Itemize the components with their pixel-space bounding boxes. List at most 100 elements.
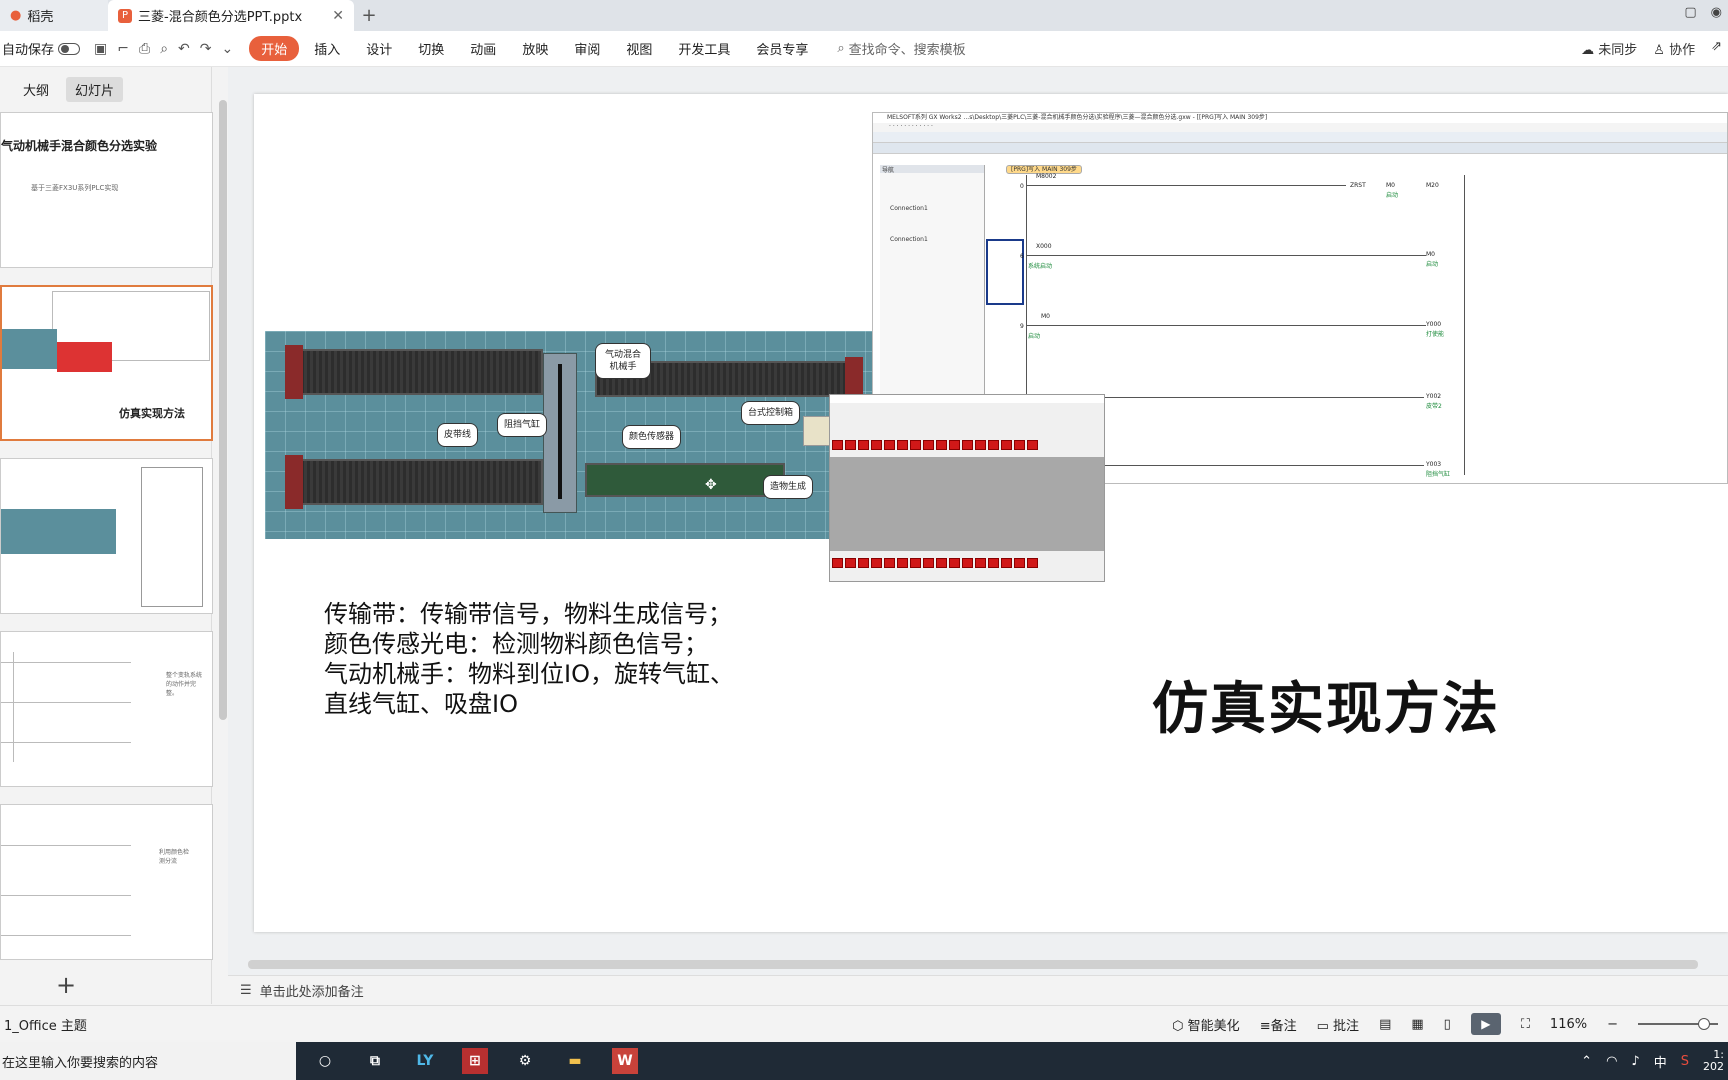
menu-start[interactable]: 开始 bbox=[249, 36, 300, 61]
menu-animation[interactable]: 动画 bbox=[457, 39, 509, 58]
autosave[interactable]: 自动保存 bbox=[2, 39, 81, 58]
desc-line-1: 传输带：传输带信号，物料生成信号； bbox=[324, 600, 732, 628]
wps-app-icon[interactable]: W bbox=[612, 1048, 638, 1074]
tab-slides[interactable]: 幻灯片 bbox=[66, 77, 124, 102]
slide-thumb-1[interactable]: 气动机械手混合颜色分选实验 基于三菱FX3U系列PLC实现 bbox=[0, 112, 213, 268]
thumb-2-title: 仿真实现方法 bbox=[119, 407, 185, 420]
tab-outline[interactable]: 大纲 bbox=[14, 77, 58, 102]
tab-document[interactable]: P 三菱-混合颜色分选PPT.pptx ✕ bbox=[108, 0, 354, 31]
windows-taskbar: 在这里输入你要搜索的内容 ○ ⧉ LY ⊞ ⚙ ▬ W ⌃ ◠ ♪ 中 S 1:… bbox=[0, 1042, 1728, 1080]
autosave-toggle[interactable] bbox=[58, 42, 81, 55]
window-count-icon[interactable]: ▢ bbox=[1684, 5, 1696, 20]
comment-icon: ▭ bbox=[1316, 1018, 1329, 1034]
share-icon[interactable]: ⇗ bbox=[1711, 39, 1722, 58]
plc-app-icon[interactable]: ⊞ bbox=[462, 1048, 488, 1074]
thumb-4-text: 整个变轨系统的动作并完整。 bbox=[166, 672, 203, 697]
comment-button[interactable]: ▭ 批注 bbox=[1317, 1015, 1359, 1034]
gx-r4-out: Y002 bbox=[1426, 393, 1442, 400]
gx-r3-contact: M0 bbox=[1041, 313, 1050, 320]
window-controls: ▢ ◉ bbox=[1684, 5, 1722, 20]
zoom-out-icon[interactable]: − bbox=[1607, 1017, 1618, 1032]
collab-button[interactable]: ♙ 协作 bbox=[1653, 39, 1695, 58]
led bbox=[923, 558, 934, 568]
slide-thumb-2[interactable]: 仿真实现方法 bbox=[0, 285, 213, 441]
network-icon[interactable]: ◠ bbox=[1606, 1054, 1617, 1069]
ime-indicator[interactable]: 中 bbox=[1654, 1052, 1667, 1071]
notes-icon: ☰ bbox=[240, 983, 252, 998]
print-icon[interactable]: ⎙ bbox=[139, 41, 150, 57]
theme-name[interactable]: 1_Office 主题 bbox=[0, 1015, 87, 1034]
volume-icon[interactable]: ♪ bbox=[1631, 1054, 1639, 1069]
tray-up-icon[interactable]: ⌃ bbox=[1581, 1054, 1592, 1069]
ly-app-icon[interactable]: LY bbox=[412, 1048, 438, 1074]
slide-thumb-4[interactable]: 整个变轨系统的动作并完整。 bbox=[0, 631, 213, 787]
led bbox=[1014, 558, 1025, 568]
menu-design[interactable]: 设计 bbox=[353, 39, 405, 58]
menu-insert[interactable]: 插入 bbox=[301, 39, 353, 58]
task-view-icon[interactable]: ⧉ bbox=[362, 1048, 388, 1074]
desc-line-2: 颜色传感光电：检测物料颜色信号； bbox=[324, 630, 708, 658]
cortana-icon[interactable]: ○ bbox=[312, 1048, 338, 1074]
thumb-3-sim bbox=[1, 509, 116, 554]
clock-date: 202 bbox=[1703, 1060, 1724, 1073]
file-explorer-icon[interactable]: ▬ bbox=[562, 1048, 588, 1074]
led bbox=[832, 558, 843, 568]
belt-bottom-right bbox=[585, 463, 785, 497]
notes-pane[interactable]: ☰ 单击此处添加备注 bbox=[228, 975, 1728, 1005]
slide-thumb-3[interactable] bbox=[0, 458, 213, 614]
user-icon: ♙ bbox=[1653, 43, 1665, 58]
more-icon[interactable]: ⌄ bbox=[222, 41, 234, 57]
preview-icon[interactable]: ⌕ bbox=[160, 41, 168, 57]
gx-r2-comment: 系统启动 bbox=[1028, 263, 1053, 270]
robot-app-icon[interactable]: ⚙ bbox=[512, 1048, 538, 1074]
redo-icon[interactable]: ↷ bbox=[200, 41, 212, 57]
undo-icon[interactable]: ↶ bbox=[178, 41, 190, 57]
zoom-slider[interactable] bbox=[1638, 1018, 1718, 1030]
led bbox=[936, 558, 947, 568]
menu-member[interactable]: 会员专享 bbox=[743, 39, 821, 58]
menu-view[interactable]: 视图 bbox=[613, 39, 665, 58]
format-painter-icon[interactable]: ⌐ bbox=[117, 41, 129, 57]
desc-line-3: 气动机械手：物料到位IO，旋转气缸、 bbox=[324, 660, 734, 688]
taskbar-search[interactable]: 在这里输入你要搜索的内容 bbox=[0, 1042, 296, 1080]
thumb-2-sim bbox=[2, 329, 57, 369]
thumb-1-subtitle: 基于三菱FX3U系列PLC实现 bbox=[31, 184, 119, 192]
menu-review[interactable]: 审阅 bbox=[561, 39, 613, 58]
command-search[interactable]: ⌕ 查找命令、搜索模板 bbox=[837, 39, 965, 58]
belt-top-left bbox=[285, 345, 543, 399]
menu-slideshow[interactable]: 放映 bbox=[509, 39, 561, 58]
add-slide-button[interactable]: + bbox=[56, 971, 76, 999]
move-cursor-icon: ✥ bbox=[705, 477, 717, 493]
normal-view-icon[interactable]: ▤ bbox=[1379, 1017, 1391, 1032]
system-tray: ⌃ ◠ ♪ 中 S 1: 202 bbox=[1581, 1049, 1728, 1073]
fit-icon[interactable]: ⛶ bbox=[1521, 1017, 1530, 1032]
beautify-button[interactable]: ⬡ 智能美化 bbox=[1172, 1015, 1240, 1034]
gx-r3-outc: 打使能 bbox=[1426, 331, 1445, 338]
status-bar: 1_Office 主题 ⬡ 智能美化 ≡备注 ▭ 批注 ▤ ▦ ▯ ▶ ⛶ 11… bbox=[0, 1005, 1728, 1042]
editor-hscrollbar[interactable] bbox=[248, 960, 1698, 969]
reading-view-icon[interactable]: ▯ bbox=[1444, 1017, 1451, 1032]
menu-developer[interactable]: 开发工具 bbox=[665, 39, 743, 58]
plc-input-leds bbox=[832, 440, 1038, 450]
led bbox=[1001, 558, 1012, 568]
sogou-icon[interactable]: S bbox=[1681, 1054, 1689, 1069]
clock[interactable]: 1: 202 bbox=[1703, 1049, 1724, 1073]
zoom-level[interactable]: 116% bbox=[1550, 1017, 1587, 1032]
notes-button[interactable]: ≡备注 bbox=[1260, 1015, 1297, 1034]
close-tab-icon[interactable]: ✕ bbox=[332, 8, 344, 24]
gx-toolbar-2 bbox=[873, 143, 1727, 154]
play-button[interactable]: ▶ bbox=[1470, 1013, 1501, 1035]
panel-scrollbar[interactable] bbox=[219, 100, 227, 720]
new-tab-button[interactable]: + bbox=[354, 0, 384, 31]
gx-r2-contact: X000 bbox=[1036, 243, 1052, 250]
tab-home[interactable]: ● 稻壳 bbox=[0, 0, 108, 31]
slide-thumb-5[interactable]: 利用颜色检测分流 bbox=[0, 804, 213, 960]
sorter-view-icon[interactable]: ▦ bbox=[1411, 1017, 1423, 1032]
save-icon[interactable]: ▣ bbox=[94, 41, 107, 57]
avatar[interactable]: ◉ bbox=[1711, 5, 1722, 20]
slide-canvas[interactable]: 气动混合机械手 皮带线 阻挡气缸 颜色传感器 台式控制箱 造物生成 ✥ MELS… bbox=[254, 94, 1728, 932]
menu-transition[interactable]: 切换 bbox=[405, 39, 457, 58]
sync-status[interactable]: ☁ 未同步 bbox=[1581, 39, 1637, 58]
slide-editor: 气动混合机械手 皮带线 阻挡气缸 颜色传感器 台式控制箱 造物生成 ✥ MELS… bbox=[228, 67, 1728, 1004]
notes-button-label: 备注 bbox=[1270, 1018, 1297, 1034]
